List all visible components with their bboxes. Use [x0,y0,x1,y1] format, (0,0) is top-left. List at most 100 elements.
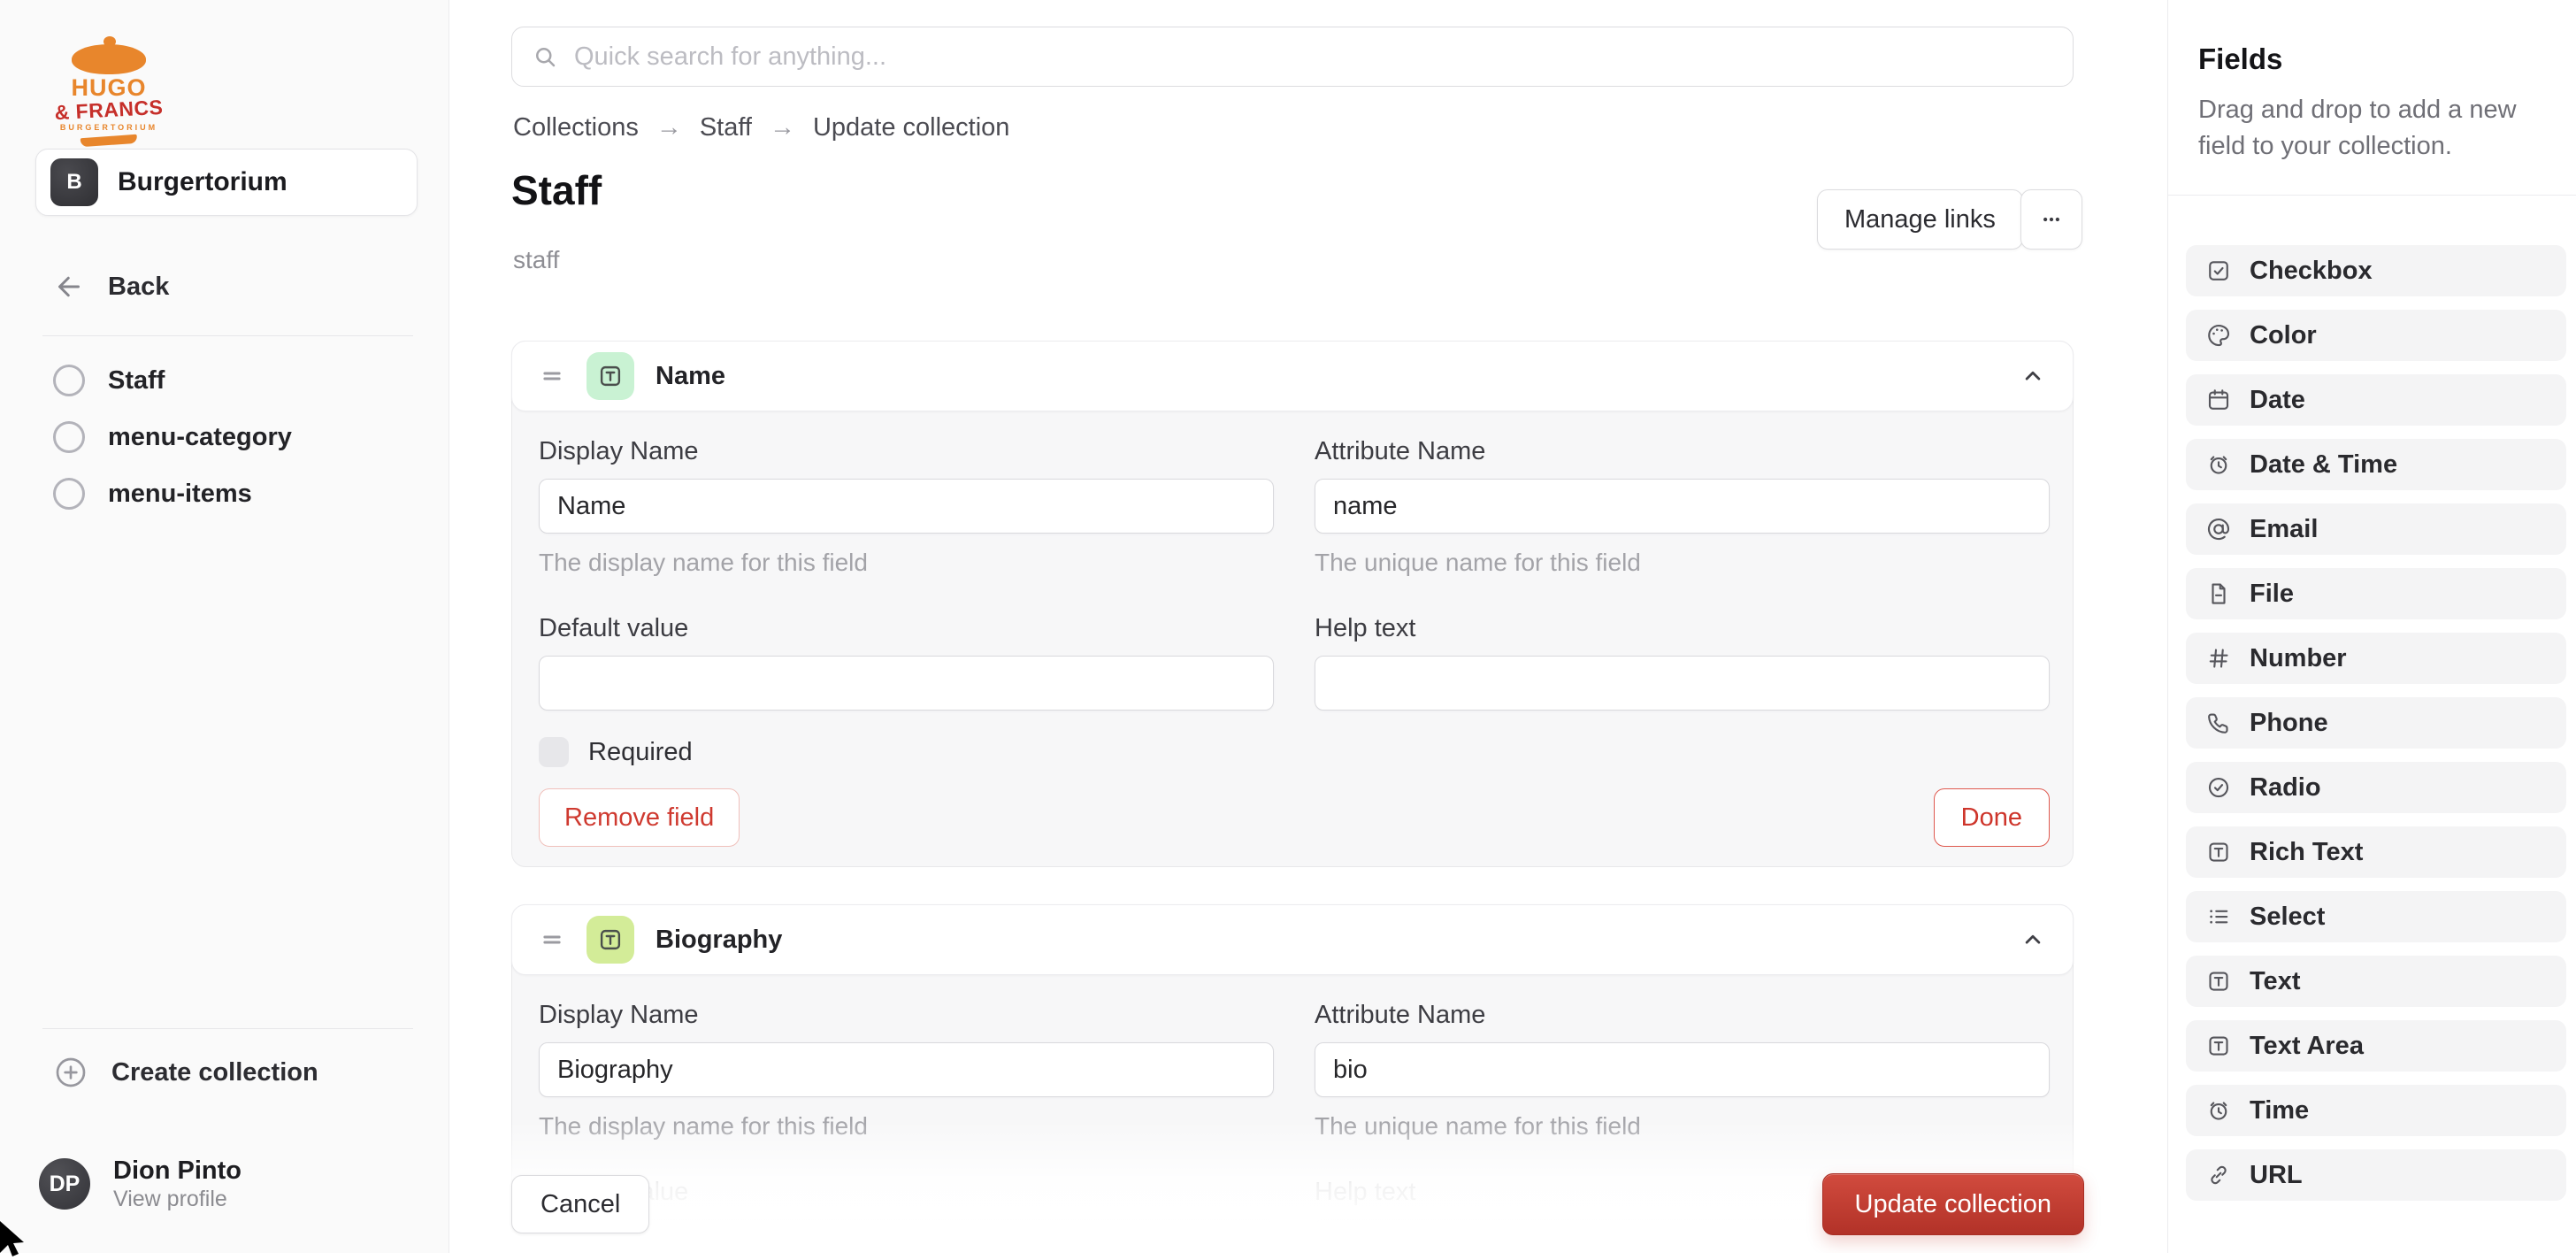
field-type-color[interactable]: Color [2186,310,2566,361]
boxed-t-icon [2205,839,2232,865]
at-sign-icon [2205,516,2232,542]
divider [2168,195,2576,196]
collection-circle-icon [53,421,85,453]
avatar: DP [39,1158,90,1210]
remove-field-button[interactable]: Remove field [539,788,740,847]
phone-icon [2205,710,2232,736]
collection-label: menu-category [108,423,292,452]
more-options-button[interactable] [2020,189,2082,250]
sidebar-item-staff[interactable]: Staff [53,365,292,396]
app-root: HUGO & FRANCS BURGERTORIUM B Burgertoriu… [0,0,2576,1253]
field-type-label: Phone [2250,709,2328,738]
collection-circle-icon [53,478,85,510]
update-collection-button[interactable]: Update collection [1822,1173,2084,1235]
boxed-t-icon [2205,1033,2232,1059]
search-bar[interactable] [511,27,2074,87]
bulleted-list-icon [2205,903,2232,930]
field-type-label: File [2250,580,2294,609]
field-card-header[interactable]: Name [511,341,2074,411]
sidebar-item-menu-category[interactable]: menu-category [53,421,292,453]
drag-handle-icon[interactable] [539,926,565,953]
field-type-label: Number [2250,644,2347,673]
field-type-label: Email [2250,515,2318,544]
checkbox-icon [2205,257,2232,284]
manage-links-button[interactable]: Manage links [1817,189,2023,250]
ellipsis-icon [2038,206,2065,233]
text-field-icon [586,916,634,964]
required-checkbox[interactable] [539,737,569,767]
field-type-number[interactable]: Number [2186,633,2566,684]
breadcrumb-staff[interactable]: Staff [700,113,752,142]
drag-handle-icon[interactable] [539,363,565,389]
field-type-label: Radio [2250,773,2321,803]
field-card-header[interactable]: Biography [511,904,2074,975]
hash-icon [2205,645,2232,672]
field-type-radio[interactable]: Radio [2186,762,2566,813]
profile-subtitle: View profile [113,1186,242,1212]
field-card-body: Display Name The display name for this f… [512,411,2073,866]
field-type-text-area[interactable]: Text Area [2186,1020,2566,1072]
calendar-icon [2205,387,2232,413]
field-type-checkbox[interactable]: Checkbox [2186,245,2566,296]
breadcrumb-collections[interactable]: Collections [513,113,639,142]
field-type-date[interactable]: Date [2186,374,2566,426]
field-type-label: Text [2250,967,2300,996]
workspace-avatar: B [50,158,98,206]
help-text-input[interactable] [1315,656,2050,711]
done-button[interactable]: Done [1934,788,2050,847]
collection-circle-icon [53,365,85,396]
field-type-label: Rich Text [2250,838,2363,867]
field-type-select[interactable]: Select [2186,891,2566,942]
field-type-email[interactable]: Email [2186,503,2566,555]
back-button[interactable]: Back [53,271,169,303]
field-card-name: Name Display Name The display name for t… [511,341,2074,867]
field-type-list: Checkbox Color Date Date & Time Email Fi [2186,245,2571,1201]
field-type-time[interactable]: Time [2186,1085,2566,1136]
field-type-url[interactable]: URL [2186,1149,2566,1201]
chevron-up-icon[interactable] [2020,363,2046,389]
field-type-file[interactable]: File [2186,568,2566,619]
field-type-text[interactable]: Text [2186,956,2566,1007]
alarm-clock-icon [2205,1097,2232,1124]
profile-button[interactable]: DP Dion Pinto View profile [39,1156,242,1212]
brand-logo: HUGO & FRANCS BURGERTORIUM [42,44,175,145]
default-value-label: Default value [539,613,1274,643]
cancel-button[interactable]: Cancel [511,1175,649,1233]
create-collection-button[interactable]: Create collection [53,1055,318,1090]
alarm-clock-icon [2205,451,2232,478]
chevron-up-icon[interactable] [2020,926,2046,953]
field-type-datetime[interactable]: Date & Time [2186,439,2566,490]
sidebar-item-menu-items[interactable]: menu-items [53,478,292,510]
attribute-name-input[interactable] [1315,1042,2050,1097]
logo-line3: BURGERTORIUM [42,123,175,132]
link-icon [2205,1162,2232,1188]
attribute-name-label: Attribute Name [1315,436,2050,466]
workspace-name: Burgertorium [118,167,288,197]
field-type-rich-text[interactable]: Rich Text [2186,826,2566,878]
required-label: Required [588,738,693,767]
default-value-input[interactable] [539,656,1274,711]
display-name-input[interactable] [539,1042,1274,1097]
page-subtitle: staff [513,246,559,274]
color-icon [2205,322,2232,349]
profile-name: Dion Pinto [113,1156,242,1186]
display-name-input[interactable] [539,479,1274,534]
divider [42,335,413,336]
search-input[interactable] [572,42,2053,73]
left-sidebar: HUGO & FRANCS BURGERTORIUM B Burgertoriu… [0,0,449,1253]
collection-label: menu-items [108,480,252,509]
display-name-help: The display name for this field [539,548,1274,578]
field-type-label: Color [2250,321,2317,350]
main-panel: Collections Staff Update collection Staf… [449,0,2167,1253]
fields-panel-title: Fields [2198,42,2571,76]
attribute-name-input[interactable] [1315,479,2050,534]
arrow-left-icon [53,271,85,303]
workspace-card[interactable]: B Burgertorium [35,149,418,216]
display-name-label: Display Name [539,436,1274,466]
breadcrumb-arrow-icon [770,113,795,142]
file-icon [2205,580,2232,607]
field-type-phone[interactable]: Phone [2186,697,2566,749]
help-text-label: Help text [1315,613,2050,643]
display-name-label: Display Name [539,1000,1274,1030]
field-type-label: URL [2250,1161,2303,1190]
